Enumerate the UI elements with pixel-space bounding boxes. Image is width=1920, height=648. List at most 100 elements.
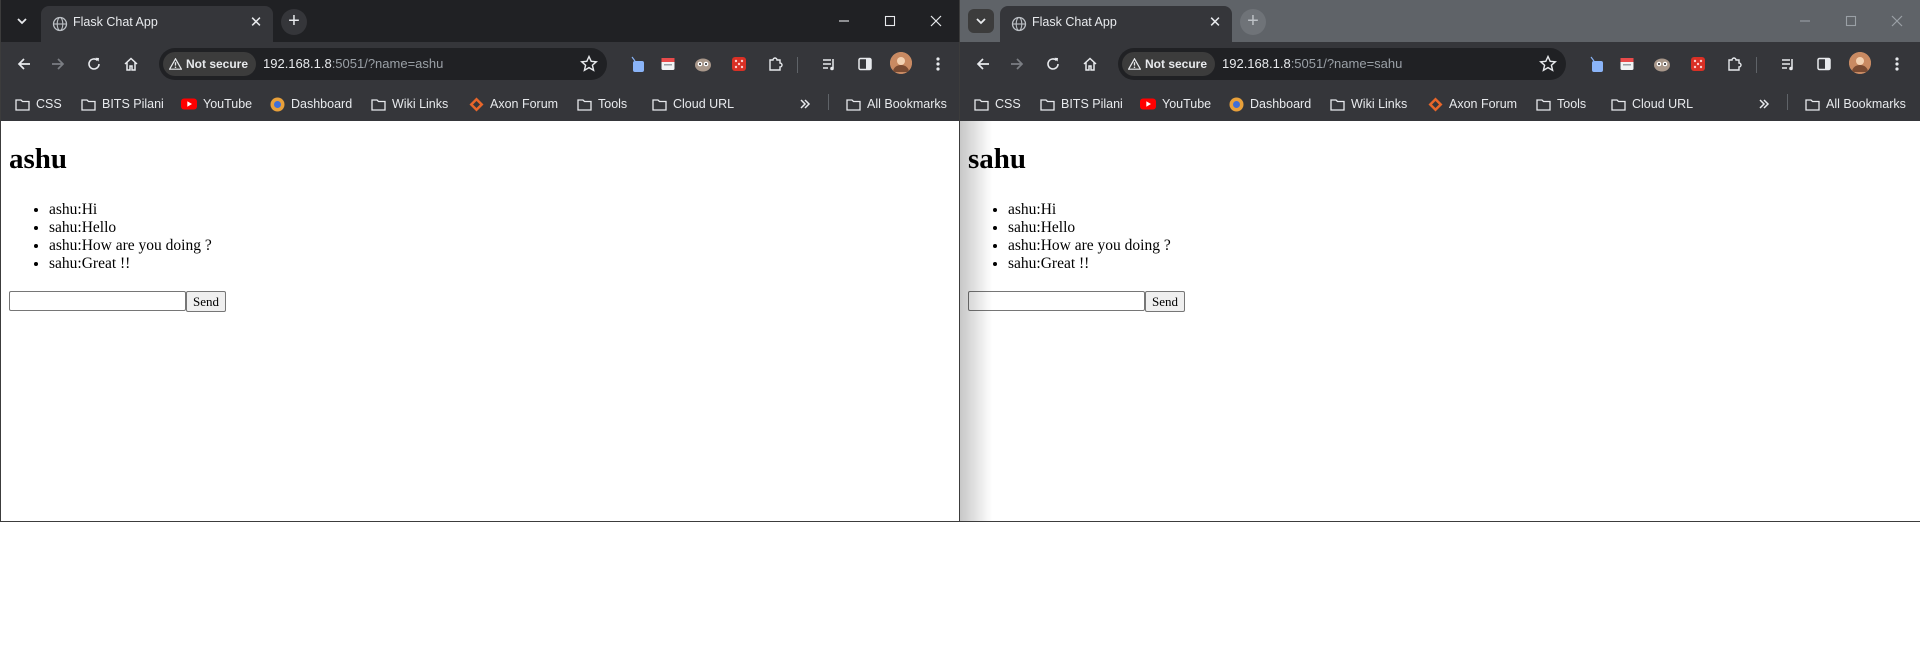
bookmark-label: Wiki Links (1351, 97, 1408, 111)
page-title: sahu (968, 143, 1027, 175)
bookmark-label: Tools (1557, 97, 1587, 111)
security-chip[interactable]: Not secure (163, 52, 257, 76)
send-button[interactable]: Send (186, 291, 226, 312)
reload-button[interactable] (81, 51, 107, 77)
message-input[interactable] (968, 291, 1145, 311)
side-panel-icon[interactable] (1813, 53, 1835, 75)
kebab-menu-icon[interactable] (1886, 53, 1908, 75)
extension-blue-icon[interactable] (626, 53, 648, 75)
minimize-icon (839, 20, 849, 22)
page-content: sahu ashu:Hi sahu:Hello ashu:How are you… (960, 121, 1920, 521)
tab-search-button[interactable] (9, 9, 35, 33)
window-close-button[interactable] (913, 7, 959, 35)
security-label: Not secure (1145, 57, 1208, 71)
star-icon[interactable] (579, 54, 599, 74)
maximize-button[interactable] (867, 7, 913, 35)
forward-button[interactable] (45, 51, 71, 77)
minimize-button[interactable] (821, 7, 867, 35)
address-bar[interactable]: Not secure 192.168.1.8:5051/?name=ashu (159, 48, 607, 80)
extension-red-icon[interactable] (728, 53, 750, 75)
folder-icon (81, 98, 96, 111)
bookmark-wiki-links[interactable]: Wiki Links (1330, 93, 1407, 115)
extension-calendar-icon[interactable] (657, 53, 679, 75)
bookmark-cloud-url[interactable]: Cloud URL (1611, 93, 1693, 115)
list-item: sahu:Hello (1008, 219, 1171, 237)
extension-calendar-icon[interactable] (1616, 53, 1638, 75)
title-bar: Flask Chat App ✕ + (960, 0, 1920, 42)
bookmark-css[interactable]: CSS (15, 93, 62, 115)
folder-icon (371, 98, 386, 111)
tab-search-button[interactable] (968, 9, 994, 33)
bookmark-cloud-url[interactable]: Cloud URL (652, 93, 734, 115)
url-host: 192.168.1.8 (1222, 56, 1291, 71)
new-tab-button[interactable]: + (281, 9, 307, 35)
extensions-puzzle-icon[interactable] (1723, 53, 1745, 75)
extension-blue-icon[interactable] (1585, 53, 1607, 75)
tab-flask-chat[interactable]: Flask Chat App ✕ (41, 6, 273, 42)
all-bookmarks[interactable]: All Bookmarks (1805, 93, 1906, 115)
bookmark-bits-pilani[interactable]: BITS Pilani (81, 93, 164, 115)
back-button[interactable] (970, 51, 996, 77)
extensions-puzzle-icon[interactable] (764, 53, 786, 75)
bookmark-label: BITS Pilani (102, 97, 164, 111)
url-text: 192.168.1.8:5051/?name=sahu (1222, 56, 1402, 71)
star-icon[interactable] (1538, 54, 1558, 74)
bookmark-youtube[interactable]: YouTube (181, 93, 252, 115)
close-icon[interactable]: ✕ (1206, 14, 1224, 32)
side-panel-icon[interactable] (854, 53, 876, 75)
avatar[interactable] (1849, 52, 1871, 74)
warning-icon (169, 58, 182, 70)
new-tab-button[interactable]: + (1240, 9, 1266, 35)
bookmark-wiki-links[interactable]: Wiki Links (371, 93, 448, 115)
bookmark-css[interactable]: CSS (974, 93, 1021, 115)
message-input[interactable] (9, 291, 186, 311)
extension-owl-icon[interactable] (1651, 53, 1673, 75)
home-icon (124, 57, 138, 71)
tab-flask-chat[interactable]: Flask Chat App ✕ (1000, 6, 1232, 42)
forward-button[interactable] (1004, 51, 1030, 77)
address-bar[interactable]: Not secure 192.168.1.8:5051/?name=sahu (1118, 48, 1566, 80)
chevron-down-icon (976, 18, 986, 25)
extension-red-icon[interactable] (1687, 53, 1709, 75)
avatar[interactable] (890, 52, 912, 74)
close-icon[interactable]: ✕ (247, 14, 265, 32)
globe-icon (52, 16, 68, 32)
folder-icon (652, 98, 667, 111)
toolbar: Not secure 192.168.1.8:5051/?name=sahu (960, 42, 1920, 86)
bookmark-dashboard[interactable]: Dashboard (1229, 93, 1311, 115)
maximize-icon (1845, 15, 1857, 27)
list-item: ashu:How are you doing ? (49, 237, 212, 255)
bookmarks-overflow-button[interactable] (1758, 93, 1770, 115)
folder-icon (974, 98, 989, 111)
double-chevron-icon (800, 99, 811, 109)
bookmark-tools[interactable]: Tools (1536, 93, 1586, 115)
bookmarks-overflow-button[interactable] (799, 93, 811, 115)
media-queue-icon[interactable] (1777, 53, 1799, 75)
bookmark-dashboard[interactable]: Dashboard (270, 93, 352, 115)
home-button[interactable] (118, 51, 144, 77)
window-close-button[interactable] (1874, 7, 1920, 35)
media-queue-icon[interactable] (818, 53, 840, 75)
maximize-button[interactable] (1828, 7, 1874, 35)
bookmark-tools[interactable]: Tools (577, 93, 627, 115)
extension-owl-icon[interactable] (692, 53, 714, 75)
folder-icon (577, 98, 592, 111)
reload-button[interactable] (1040, 51, 1066, 77)
bookmark-label: All Bookmarks (1826, 97, 1906, 111)
minimize-button[interactable] (1782, 7, 1828, 35)
toolbar-divider (797, 57, 798, 73)
dashboard-icon (270, 97, 285, 111)
back-button[interactable] (11, 51, 37, 77)
list-item: ashu:How are you doing ? (1008, 237, 1171, 255)
bookmark-axon-forum[interactable]: Axon Forum (469, 93, 558, 115)
bookmark-label: Cloud URL (673, 97, 735, 111)
home-button[interactable] (1077, 51, 1103, 77)
bookmark-axon-forum[interactable]: Axon Forum (1428, 93, 1517, 115)
youtube-icon (1140, 98, 1156, 110)
bookmark-bits-pilani[interactable]: BITS Pilani (1040, 93, 1123, 115)
all-bookmarks[interactable]: All Bookmarks (846, 93, 947, 115)
kebab-menu-icon[interactable] (927, 53, 949, 75)
send-button[interactable]: Send (1145, 291, 1185, 312)
security-chip[interactable]: Not secure (1122, 52, 1216, 76)
bookmark-youtube[interactable]: YouTube (1140, 93, 1211, 115)
